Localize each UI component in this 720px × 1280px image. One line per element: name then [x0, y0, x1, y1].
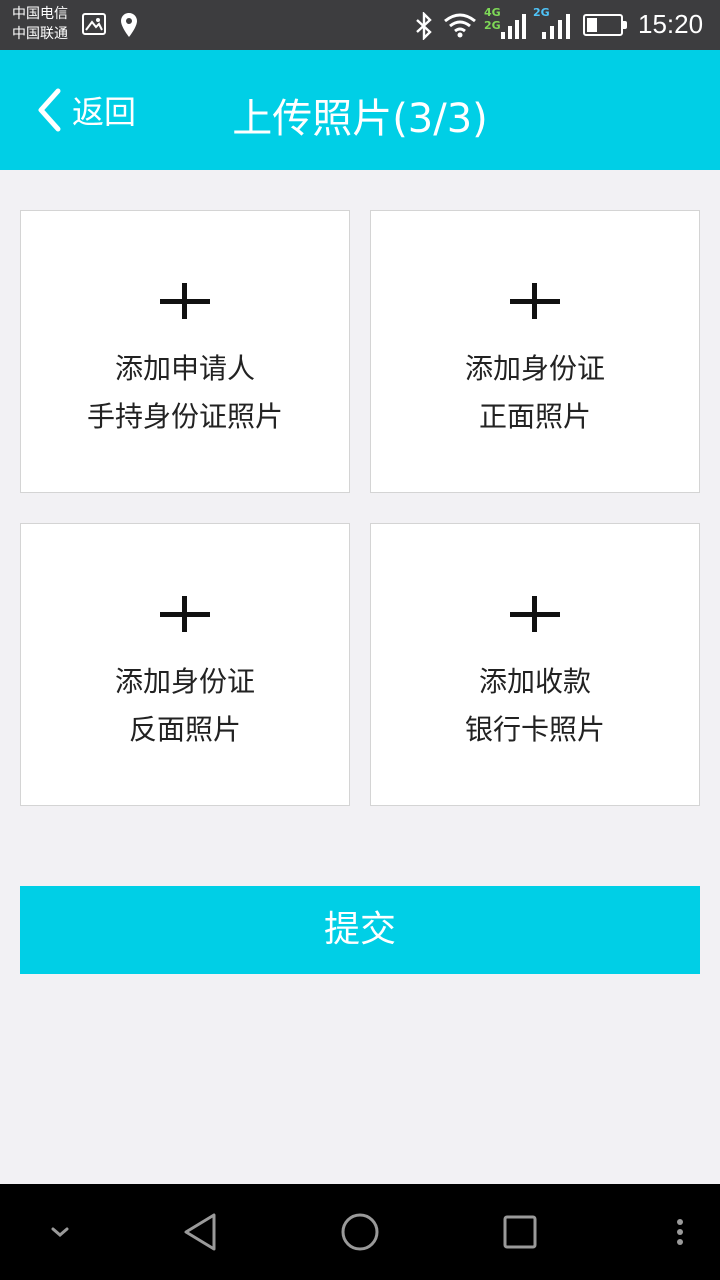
add-id-front-photo-tile[interactable]: 添加身份证 正面照片 [370, 210, 700, 493]
status-bar: 中国电信 中国联通 4G 2G 2G 15:20 [0, 0, 720, 50]
back-label: 返回 [72, 93, 137, 131]
back-triangle-icon[interactable] [170, 1184, 230, 1280]
carrier-2: 中国联通 [12, 26, 68, 42]
wifi-icon [443, 12, 477, 42]
carrier-1: 中国电信 [12, 6, 68, 22]
chevron-down-icon[interactable] [30, 1184, 90, 1280]
tile-label-line2: 正面照片 [478, 400, 591, 433]
system-nav-bar [0, 1184, 720, 1280]
battery-icon [583, 14, 627, 36]
submit-button[interactable]: 提交 [20, 886, 700, 974]
home-circle-icon[interactable] [330, 1184, 390, 1280]
carrier-labels: 中国电信 中国联通 [12, 4, 68, 44]
tile-label-line1: 添加身份证 [464, 352, 605, 385]
signal-1-icon [500, 12, 526, 44]
more-vertical-icon[interactable] [660, 1184, 700, 1280]
bluetooth-icon [414, 11, 434, 44]
recents-square-icon[interactable] [490, 1184, 550, 1280]
plus-icon [510, 596, 560, 632]
gallery-icon [82, 13, 106, 35]
network-type-1: 4G 2G [484, 6, 501, 32]
tile-label-line1: 添加申请人 [114, 352, 255, 385]
add-bank-card-photo-tile[interactable]: 添加收款 银行卡照片 [370, 523, 700, 806]
back-button[interactable]: 返回 [36, 84, 136, 136]
tile-label-line2: 手持身份证照片 [86, 400, 283, 433]
tile-label-line2: 反面照片 [128, 713, 241, 746]
signal-2-icon [540, 12, 572, 44]
plus-icon [160, 283, 210, 319]
tile-label-line2: 银行卡照片 [464, 713, 605, 746]
clock: 15:20 [638, 9, 704, 39]
network-type-1-top: 4G [484, 6, 501, 19]
add-handheld-id-photo-tile[interactable]: 添加申请人 手持身份证照片 [20, 210, 350, 493]
battery-fill [587, 18, 597, 32]
plus-icon [160, 596, 210, 632]
tile-label-line1: 添加身份证 [114, 665, 255, 698]
tile-label-line1: 添加收款 [478, 665, 591, 698]
plus-icon [510, 283, 560, 319]
app-header: 上传照片(3/3) 返回 [0, 50, 720, 170]
location-icon [120, 12, 138, 42]
add-id-back-photo-tile[interactable]: 添加身份证 反面照片 [20, 523, 350, 806]
network-type-1-bottom: 2G [484, 19, 501, 32]
chevron-left-icon [38, 88, 61, 132]
